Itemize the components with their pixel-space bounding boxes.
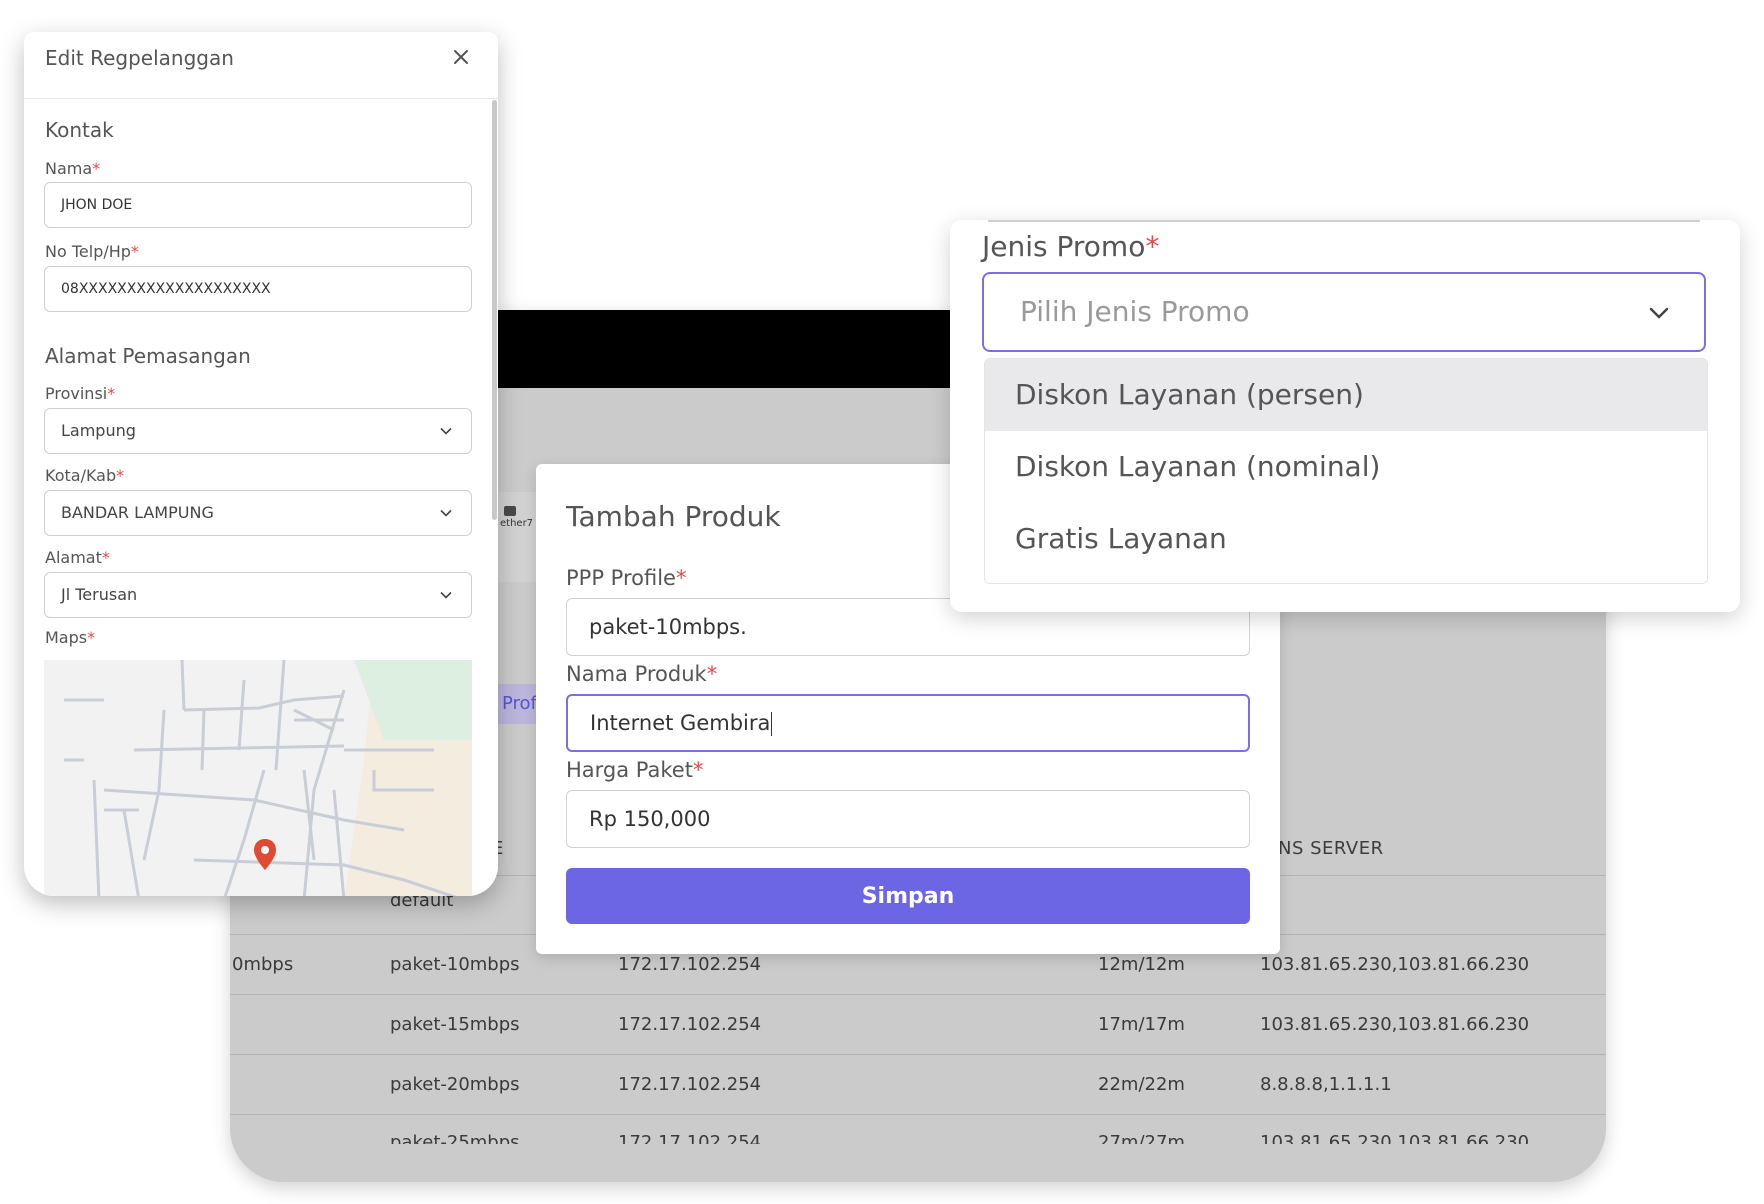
table-cell-dns: 103.81.65.230,103.81.66.230 [1260,1014,1530,1035]
table-cell-name: 0mbps [232,954,294,975]
chevron-down-icon [440,509,452,517]
promo-options-list: Diskon Layanan (persen) Diskon Layanan (… [984,358,1708,584]
card-top-divider [988,220,1700,222]
table-cell-rate-limit: 27m/27m [1098,1132,1185,1144]
kota-label: Kota/Kab* [45,466,125,485]
table-cell-address: 172.17.102.254 [618,1074,762,1095]
modal-scrollbar[interactable] [492,100,497,520]
header-divider [24,98,498,99]
nama-input[interactable]: JHON DOE [44,182,472,228]
nama-label: Nama* [45,159,101,178]
kota-select[interactable]: BANDAR LAMPUNG [44,490,472,536]
alamat-select[interactable]: Jl Terusan [44,572,472,618]
table-row[interactable]: paket-25mbps 172.17.102.254 27m/27m 103.… [230,1130,1606,1144]
product-name-label: Nama Produk* [566,662,718,686]
port-label: ether7 [500,518,534,529]
table-divider [230,1054,1606,1055]
promo-option-discount-nominal[interactable]: Diskon Layanan (nominal) [985,431,1707,503]
promo-option-free-service[interactable]: Gratis Layanan [985,503,1707,575]
kota-selected-value: BANDAR LAMPUNG [61,503,214,522]
map-pin-icon[interactable] [252,838,278,872]
promo-option-discount-percent[interactable]: Diskon Layanan (persen) [985,359,1707,431]
chevron-down-icon [440,427,452,435]
product-name-value: Internet Gembira [590,711,771,735]
table-cell-rate-limit: 12m/12m [1098,954,1185,975]
modal-title: Tambah Produk [566,500,781,533]
price-input[interactable]: Rp 150,000 [566,790,1250,848]
table-cell-address: 172.17.102.254 [618,1014,762,1035]
table-divider [230,1114,1606,1115]
promo-type-label: Jenis Promo* [982,230,1160,263]
table-cell-dns: 103.81.65.230,103.81.66.230 [1260,1132,1530,1144]
text-caret [771,712,773,736]
section-contact-heading: Kontak [45,118,114,142]
ppp-profile-label: PPP Profile* [566,566,687,590]
alamat-label: Alamat* [45,548,110,567]
chevron-down-icon [1649,307,1669,319]
promo-type-card: Jenis Promo* Pilih Jenis Promo Diskon La… [950,220,1740,612]
table-cell-profile: paket-15mbps [390,1014,520,1035]
section-address-heading: Alamat Pemasangan [45,344,251,368]
table-header-dns-server: NS SERVER [1278,838,1384,859]
table-cell-rate-limit: 17m/17m [1098,1014,1185,1035]
telp-input[interactable]: 08XXXXXXXXXXXXXXXXXXXX [44,266,472,312]
table-cell-address: 172.17.102.254 [618,954,762,975]
save-button[interactable]: Simpan [566,868,1250,924]
port-led-icon [504,506,516,516]
alamat-selected-value: Jl Terusan [61,585,138,604]
product-name-input[interactable]: Internet Gembira [566,694,1250,752]
close-icon[interactable] [448,44,474,70]
provinsi-selected-value: Lampung [61,421,136,440]
table-divider [230,994,1606,995]
maps-label: Maps* [45,628,96,647]
table-cell-profile: paket-10mbps [390,954,520,975]
table-cell-address: 172.17.102.254 [618,1132,762,1144]
table-cell-profile: paket-20mbps [390,1074,520,1095]
location-map[interactable] [44,660,472,896]
chevron-down-icon [440,591,452,599]
table-cell-profile: paket-25mbps [390,1132,520,1144]
price-label: Harga Paket* [566,758,704,782]
provinsi-select[interactable]: Lampung [44,408,472,454]
table-cell-dns: 8.8.8.8,1.1.1.1 [1260,1074,1392,1095]
promo-type-select[interactable]: Pilih Jenis Promo [982,272,1706,352]
telp-label: No Telp/Hp* [45,242,139,261]
table-cell-dns: 103.81.65.230,103.81.66.230 [1260,954,1530,975]
provinsi-label: Provinsi* [45,384,116,403]
promo-placeholder: Pilih Jenis Promo [1020,295,1250,328]
edit-customer-modal: Edit Regpelanggan Kontak Nama* JHON DOE … [24,32,498,896]
table-cell-rate-limit: 22m/22m [1098,1074,1185,1095]
modal-title: Edit Regpelanggan [45,46,234,70]
